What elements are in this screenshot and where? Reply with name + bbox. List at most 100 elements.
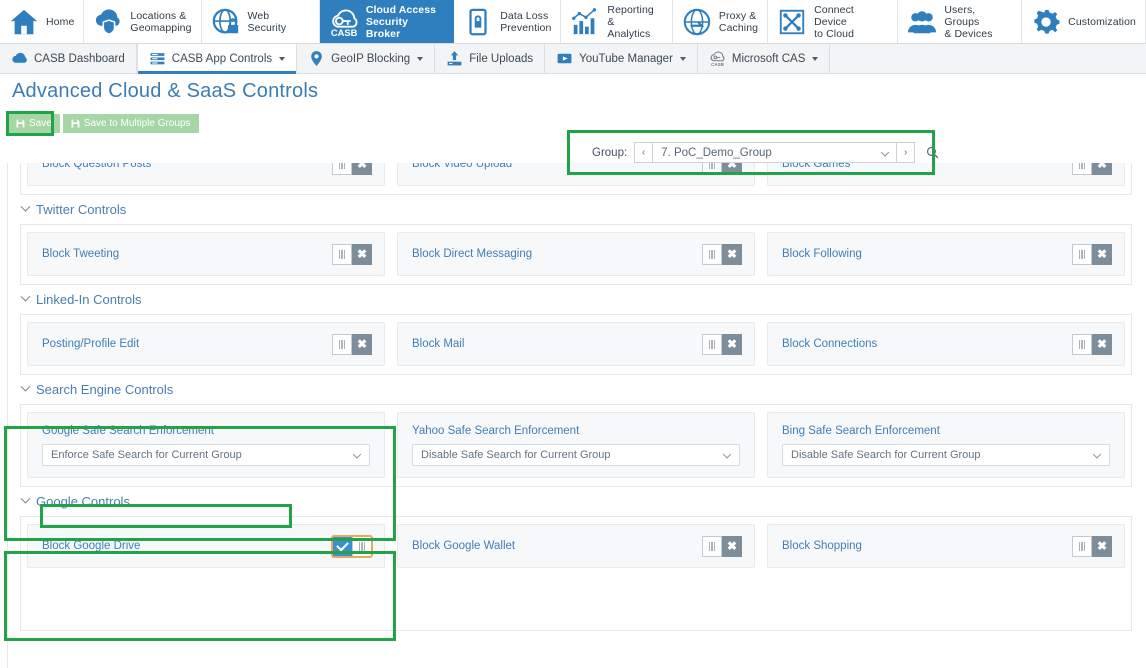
nav-item-data-loss-prevention[interactable]: Data Loss Prevention [454,0,562,43]
home-icon [10,9,38,34]
search-icon[interactable] [926,146,939,159]
subnav-item-geoip-blocking[interactable]: GeoIP Blocking [297,44,436,73]
nav-item-connect-device-to-cloud[interactable]: Connect Device to Cloud [768,0,899,43]
nav-item-web-security[interactable]: Web Security [202,0,320,43]
toggle-block-question-posts[interactable]: ✖ [332,163,372,175]
save-to-multiple-groups-button[interactable]: Save to Multiple Groups [62,114,199,133]
subnav-item-label: YouTube Manager [579,52,673,65]
toggle-block-connections[interactable]: ✖ [1072,333,1112,355]
control-card-yahoo-safe-search-enforcement: Yahoo Safe Search Enforcement Disable Saf… [397,412,755,478]
nav-item-customization[interactable]: Customization [1022,0,1146,43]
control-label: Block Question Posts [42,163,152,170]
nav-item-proxy-caching[interactable]: Proxy & Caching [673,0,769,43]
toggle-block-google-wallet[interactable]: ✖ [702,535,742,557]
section-title: Twitter Controls [36,202,127,217]
close-icon: ✖ [726,163,738,171]
nav-item-label: Customization [1068,15,1136,28]
toggle-off-side: ✖ [1092,535,1112,557]
nav-item-label: Web Security [247,9,287,34]
toggle-off-side: ✖ [722,163,742,175]
close-icon: ✖ [726,337,738,351]
toggle-off-side: ✖ [722,333,742,355]
section-body: Posting/Profile Edit ✖ Block Mail ✖ Block Co… [20,314,1132,375]
toggle-handle [702,333,722,355]
globe-lock-icon [212,8,238,33]
toggle-on-side [332,535,352,557]
close-icon: ✖ [726,247,738,261]
nav-item-label: Reporting & Analytics [607,3,654,40]
globe-arrow-icon [683,8,711,35]
toggle-handle [1072,535,1092,557]
toggle-block-direct-messaging[interactable]: ✖ [702,243,742,265]
nav-item-users-groups-devices[interactable]: Users, Groups & Devices [898,0,1023,43]
control-row: Block Tweeting ✖ Block Direct Messaging ✖ Bl… [27,232,1125,276]
toggle-block-games[interactable]: ✖ [1072,163,1112,175]
section-body: Block Google Drive Block Google Wallet ✖ Bl… [20,516,1132,631]
toggle-block-shopping[interactable]: ✖ [1072,535,1112,557]
check-icon [335,538,349,551]
group-select[interactable]: 7. PoC_Demo_Group [652,142,898,163]
control-label: Block Connections [782,338,878,350]
section-header-linked-in-controls[interactable]: Linked-In Controls [0,285,1146,314]
toggle-handle [332,333,352,355]
toggle-block-video-upload[interactable]: ✖ [702,163,742,175]
toggle-handle [332,243,352,265]
secondary-navigation-bar: CASB Dashboard CASB App Controls GeoIP Blo… [0,44,1146,74]
subnav-item-casb-dashboard[interactable]: CASB Dashboard [0,44,137,73]
controls-scroll-region[interactable]: Block Question Posts ✖ Block Video Upload ✖… [0,163,1146,668]
save-button[interactable]: Save [8,114,60,133]
subnav-item-youtube-manager[interactable]: YouTube Manager [545,44,698,73]
toggle-handle [1072,333,1092,355]
select-yahoo-safe-search-enforcement[interactable]: Disable Safe Search for Current Group [412,443,740,466]
toggle-block-google-drive[interactable] [331,534,373,558]
control-label: Block Following [782,248,862,260]
section-header-search-engine-controls[interactable]: Search Engine Controls [0,375,1146,404]
group-label: Group: [592,146,628,159]
control-card-block-games: Block Games ✖ [767,163,1125,186]
subnav-item-casb-app-controls[interactable]: CASB App Controls [136,44,298,74]
control-label: Block Video Upload [412,163,513,170]
subnav-item-label: Microsoft CAS [731,52,806,65]
nav-item-home[interactable]: Home [0,0,85,43]
toggle-block-following[interactable]: ✖ [1072,243,1112,265]
subnav-item-file-uploads[interactable]: File Uploads [435,44,546,73]
toggle-off-side: ✖ [1092,333,1112,355]
control-row: Google Safe Search Enforcement Enforce Sa… [27,412,1125,478]
toggle-block-mail[interactable]: ✖ [702,333,742,355]
page-title: Advanced Cloud & SaaS Controls [12,80,319,102]
section-header-twitter-controls[interactable]: Twitter Controls [0,195,1146,224]
toggle-block-tweeting[interactable]: ✖ [332,243,372,265]
toggle-handle [1072,163,1092,175]
nav-item-locations-geomapping[interactable]: Locations & Geomapping [84,0,202,43]
chevron-down-icon [20,493,31,504]
close-icon: ✖ [356,247,368,261]
cloud-icon [12,52,27,63]
section-header-google-controls[interactable]: Google Controls [0,487,1146,516]
toggle-handle [702,535,722,557]
casb-cloud-icon: CASB [710,51,725,67]
nav-item-reporting-analytics[interactable]: Reporting & Analytics [561,0,673,43]
toggle-posting-profile-edit[interactable]: ✖ [332,333,372,355]
group-selector: Group: ‹ 7. PoC_Demo_Group › [592,142,939,163]
chevron-down-icon [679,56,686,61]
nav-item-cloud-access-security-broker[interactable]: CASB Cloud Access Security Broker [319,0,455,43]
group-prev-button[interactable]: ‹ [634,142,653,163]
group-select-value: 7. PoC_Demo_Group [661,146,772,159]
save-to-multiple-groups-label: Save to Multiple Groups [83,118,191,129]
chevron-down-icon [20,201,31,212]
nav-item-label: Data Loss Prevention [500,9,552,34]
subnav-item-microsoft-cas[interactable]: CASB Microsoft CAS [698,44,831,73]
group-next-button[interactable]: › [897,142,916,163]
control-card-block-video-upload: Block Video Upload ✖ [397,163,755,186]
floppy-disk-icon [71,119,80,128]
control-label: Block Google Wallet [412,540,516,552]
control-card-block-mail: Block Mail ✖ [397,322,755,366]
control-label: Block Mail [412,338,465,350]
subnav-item-label: GeoIP Blocking [331,52,411,65]
section-title: Linked-In Controls [36,292,142,307]
control-card-posting-profile-edit: Posting/Profile Edit ✖ [27,322,385,366]
grip-icon [708,249,716,259]
select-google-safe-search-enforcement[interactable]: Enforce Safe Search for Current Group [42,443,370,466]
select-bing-safe-search-enforcement[interactable]: Disable Safe Search for Current Group [782,443,1110,466]
section-title: Search Engine Controls [36,382,174,397]
